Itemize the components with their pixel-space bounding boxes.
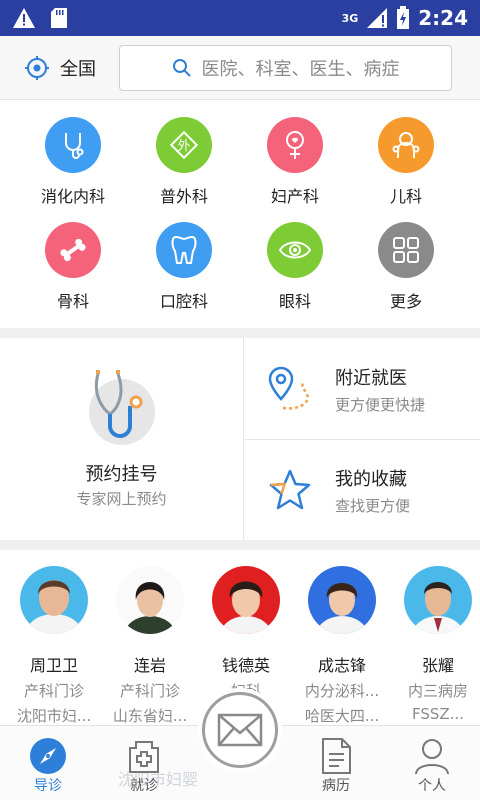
search-icon — [172, 59, 191, 77]
nearby-card[interactable]: 附近就医 更方便更快捷 — [245, 338, 480, 439]
appointment-card[interactable]: 预约挂号 专家网上预约 — [0, 338, 244, 540]
doctor-card[interactable]: 成志锋 内分泌科... 哈医大四... — [294, 566, 390, 726]
eye-icon — [278, 241, 312, 259]
category-digestive[interactable]: 消化内科 — [18, 117, 128, 217]
doctor-card[interactable]: 张耀 内三病房 FSSZ... — [390, 566, 480, 723]
nearby-subtitle: 更方便更快捷 — [335, 396, 426, 414]
search-input[interactable]: 医院、科室、医生、病症 — [119, 45, 452, 91]
category-more[interactable]: 更多 — [351, 222, 461, 322]
avatar — [404, 566, 472, 634]
category-icon-bg — [267, 222, 323, 278]
avatar — [308, 566, 376, 634]
category-label: 消化内科 — [40, 187, 105, 206]
signal-icon — [367, 8, 388, 28]
doctor-hospital: 哈医大四... — [304, 707, 380, 725]
status-bar: 3G 2:24 — [0, 0, 480, 36]
surgery-icon: 外 — [169, 130, 199, 160]
category-label: 儿科 — [389, 187, 422, 206]
doctor-name: 连岩 — [133, 656, 166, 675]
doctor-card[interactable]: 周卫卫 产科门诊 沈阳市妇... — [6, 566, 102, 726]
category-icon-bg — [45, 117, 101, 173]
doctor-name: 周卫卫 — [29, 656, 78, 675]
svg-text:外: 外 — [177, 139, 190, 154]
favorites-title: 我的收藏 — [335, 469, 407, 490]
doctor-hospital: 沈阳市妇... — [16, 707, 92, 725]
clock: 2:24 — [418, 6, 468, 30]
compass-icon — [30, 738, 66, 774]
message-button[interactable] — [202, 692, 278, 768]
bone-icon — [60, 238, 86, 262]
avatar — [20, 566, 88, 634]
category-label: 口腔科 — [159, 292, 208, 311]
network-type: 3G — [341, 11, 359, 25]
document-icon — [322, 738, 351, 774]
appointment-stethoscope-icon — [89, 370, 155, 445]
stethoscope-icon — [65, 133, 84, 159]
category-icon-bg — [267, 117, 323, 173]
location-label: 全国 — [60, 58, 96, 80]
search-header: 全国 医院、科室、医生、病症 — [0, 36, 480, 100]
favorites-card[interactable]: 我的收藏 查找更方便 — [245, 439, 480, 540]
tab-records[interactable]: 病历 — [288, 726, 384, 800]
doctor-dept: 产科门诊 — [23, 682, 84, 700]
appointment-subtitle: 专家网上预约 — [76, 490, 167, 508]
person-icon — [415, 739, 449, 775]
favorites-subtitle: 查找更方便 — [335, 497, 411, 515]
search-placeholder: 医院、科室、医生、病症 — [201, 59, 400, 80]
category-icon-bg — [156, 222, 212, 278]
category-ophthalmology[interactable]: 眼科 — [240, 222, 350, 322]
doctor-name: 张耀 — [421, 656, 454, 675]
category-label: 骨科 — [56, 292, 89, 311]
tab-label: 病历 — [322, 778, 350, 794]
category-icon-bg — [378, 222, 434, 278]
baby-icon — [392, 132, 420, 158]
tab-profile[interactable]: 个人 — [384, 726, 480, 800]
doctor-name: 成志锋 — [317, 656, 366, 675]
category-icon-bg — [378, 117, 434, 173]
category-label: 更多 — [389, 292, 422, 311]
doctor-name: 钱德英 — [221, 656, 270, 675]
nearby-title: 附近就医 — [335, 368, 407, 389]
category-label: 眼科 — [278, 292, 311, 311]
map-pin-icon — [268, 366, 309, 410]
tab-label: 导诊 — [34, 778, 62, 794]
warning-icon — [13, 8, 35, 28]
doctor-dept: 内三病房 — [407, 682, 468, 700]
female-icon — [286, 131, 304, 159]
avatar — [116, 566, 184, 634]
category-obgyn[interactable]: 妇产科 — [240, 117, 350, 217]
category-orthopedics[interactable]: 骨科 — [18, 222, 128, 322]
star-icon — [269, 469, 311, 510]
category-dental[interactable]: 口腔科 — [129, 222, 239, 322]
locate-icon — [25, 55, 49, 80]
mail-icon — [217, 713, 263, 747]
tab-label: 就诊 — [130, 778, 158, 794]
category-icon-bg: 外 — [156, 117, 212, 173]
doctor-hospital: FSSZ... — [412, 705, 464, 723]
category-surgery[interactable]: 外 普外科 — [129, 117, 239, 217]
category-pediatrics[interactable]: 儿科 — [351, 117, 461, 217]
grid-icon — [393, 237, 419, 263]
department-grid: 消化内科 外 普外科 妇产科 儿科 骨科 口腔科 眼科 更多 — [0, 100, 480, 328]
tab-visit[interactable]: 就诊 — [96, 726, 192, 800]
services-panel: 预约挂号 专家网上预约 附近就医 更方便更快捷 我的收藏 查找更方便 — [0, 338, 480, 540]
tab-guide[interactable]: 导诊 — [0, 726, 96, 800]
category-label: 普外科 — [159, 187, 208, 206]
category-icon-bg — [45, 222, 101, 278]
location-selector[interactable]: 全国 — [24, 55, 120, 81]
medical-cross-icon — [129, 741, 159, 773]
doctor-dept: 产科门诊 — [119, 682, 180, 700]
doctor-hospital: 山东省妇... — [112, 707, 188, 725]
avatar — [212, 566, 280, 634]
doctor-dept: 内分泌科... — [304, 682, 380, 700]
doctor-card[interactable]: 连岩 产科门诊 山东省妇... — [102, 566, 198, 726]
sd-card-icon — [51, 8, 67, 28]
category-label: 妇产科 — [270, 187, 319, 206]
tooth-icon — [171, 235, 197, 264]
tab-label: 个人 — [418, 778, 446, 794]
battery-icon — [397, 6, 410, 29]
appointment-title: 预约挂号 — [85, 464, 158, 485]
